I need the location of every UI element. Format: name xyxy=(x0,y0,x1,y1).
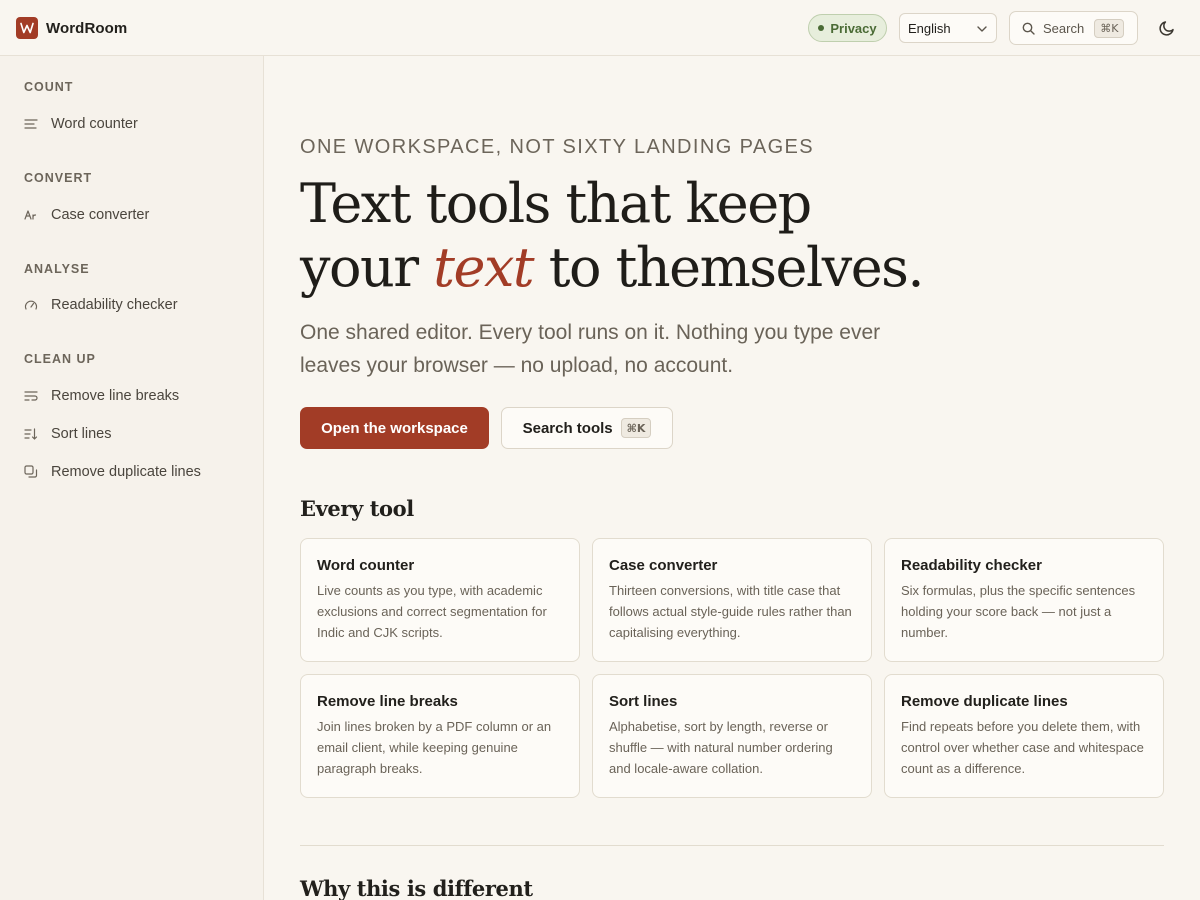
brand[interactable]: WordRoom xyxy=(16,17,127,39)
case-icon xyxy=(24,210,37,220)
card-description: Alphabetise, sort by length, reverse or … xyxy=(609,719,833,776)
card-description: Thirteen conversions, with title case th… xyxy=(609,583,852,640)
headline-pre: your xyxy=(300,236,419,299)
hero-lede: One shared editor. Every tool runs on it… xyxy=(300,321,881,377)
sidebar-item-remove-line-breaks[interactable]: Remove line breaks xyxy=(16,381,248,411)
card-description: Six formulas, plus the specific sentence… xyxy=(901,583,1136,640)
sidebar-item-label: Remove line breaks xyxy=(51,388,180,404)
tool-card-readability-checker[interactable]: Readability checker Six formulas, plus t… xyxy=(884,538,1164,662)
chevron-down-icon xyxy=(977,26,987,32)
app-name: WordRoom xyxy=(46,19,128,37)
card-description: Find repeats before you delete them, wit… xyxy=(901,719,1144,776)
search-button[interactable]: Search ⌘K xyxy=(1009,11,1138,45)
sidebar-item-case-converter[interactable]: Case converter xyxy=(16,200,248,230)
search-tools-button[interactable]: Search tools ⌘K xyxy=(501,407,673,449)
tool-card-remove-duplicate-lines[interactable]: Remove duplicate lines Find repeats befo… xyxy=(884,674,1164,798)
search-icon xyxy=(1022,22,1035,35)
moon-icon xyxy=(1159,21,1174,36)
search-tools-shortcut: ⌘K xyxy=(620,418,652,438)
card-description: Join lines broken by a PDF column or an … xyxy=(317,719,552,776)
logo-icon xyxy=(16,17,38,39)
card-description: Live counts as you type, with academic e… xyxy=(317,583,547,640)
tool-card-word-counter[interactable]: Word counter Live counts as you type, wi… xyxy=(300,538,580,662)
hero-headline: Text tools that keep your text to themse… xyxy=(300,172,1020,300)
sidebar-group-analyse: ANALYSE xyxy=(24,262,90,276)
status-dot-icon xyxy=(818,25,825,31)
tool-card-remove-line-breaks[interactable]: Remove line breaks Join lines broken by … xyxy=(300,674,580,798)
privacy-label: Privacy xyxy=(830,20,877,36)
sidebar-group-clean-up: CLEAN UP xyxy=(24,352,96,366)
hero-kicker: ONE WORKSPACE, NOT SIXTY LANDING PAGES xyxy=(300,136,815,158)
lines-icon xyxy=(24,119,38,129)
top-bar: WordRoom Privacy English Search ⌘K xyxy=(0,0,1200,56)
sidebar-item-label: Readability checker xyxy=(51,297,178,313)
language-value: English xyxy=(908,20,951,36)
sidebar-item-label: Remove duplicate lines xyxy=(51,464,201,480)
open-workspace-button[interactable]: Open the workspace xyxy=(300,407,489,449)
tool-card-sort-lines[interactable]: Sort lines Alphabetise, sort by length, … xyxy=(592,674,872,798)
sidebar-item-readability-checker[interactable]: Readability checker xyxy=(16,290,248,320)
sidebar-group-count: COUNT xyxy=(24,80,74,94)
card-title: Sort lines xyxy=(609,693,678,710)
sidebar-item-word-counter[interactable]: Word counter xyxy=(16,109,248,139)
card-title: Readability checker xyxy=(901,557,1042,574)
section-divider xyxy=(300,845,1164,846)
sidebar-item-sort-lines[interactable]: Sort lines xyxy=(16,419,248,449)
search-shortcut: ⌘K xyxy=(1094,18,1125,38)
privacy-badge[interactable]: Privacy xyxy=(808,14,887,42)
headline-line-1: Text tools that keep xyxy=(300,172,812,235)
tool-card-case-converter[interactable]: Case converter Thirteen conversions, wit… xyxy=(592,538,872,662)
wrap-icon xyxy=(24,391,38,401)
card-title: Case converter xyxy=(609,557,718,574)
sidebar-item-label: Case converter xyxy=(51,207,150,223)
card-title: Remove duplicate lines xyxy=(901,693,1068,710)
search-label: Search xyxy=(1043,20,1085,36)
theme-toggle[interactable] xyxy=(1156,17,1178,39)
duplicate-icon xyxy=(24,465,38,478)
card-title: Word counter xyxy=(317,557,415,574)
headline-emphasis: text xyxy=(433,236,534,299)
sidebar-group-convert: CONVERT xyxy=(24,171,93,185)
gauge-icon xyxy=(24,300,38,310)
sidebar-item-remove-duplicate-lines[interactable]: Remove duplicate lines xyxy=(16,457,248,487)
sidebar: COUNT Word counter CONVERT Case converte… xyxy=(0,56,264,900)
language-select[interactable]: English xyxy=(899,13,997,43)
headline-post: to themselves. xyxy=(548,236,925,299)
every-tool-heading: Every tool xyxy=(300,496,414,521)
sidebar-item-label: Word counter xyxy=(51,116,138,132)
sort-icon xyxy=(24,428,38,440)
search-tools-label: Search tools xyxy=(522,419,613,437)
card-title: Remove line breaks xyxy=(317,693,458,710)
why-different-heading: Why this is different xyxy=(300,876,533,900)
main-content: ONE WORKSPACE, NOT SIXTY LANDING PAGES T… xyxy=(264,56,1200,900)
sidebar-item-label: Sort lines xyxy=(51,426,112,442)
